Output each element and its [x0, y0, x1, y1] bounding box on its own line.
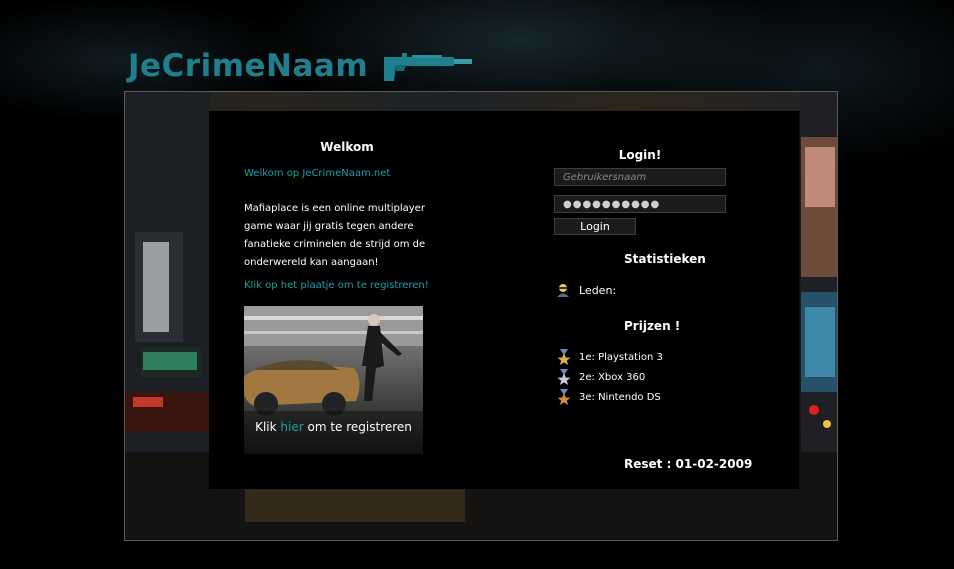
- prizes-title: Prijzen !: [624, 319, 681, 333]
- user-icon: [557, 284, 569, 297]
- panel-edge: [799, 111, 800, 489]
- members-row: Leden:: [556, 283, 616, 297]
- promo-caption: Klik hier om te registreren: [244, 420, 423, 434]
- password-input[interactable]: [554, 195, 726, 213]
- prize-label: 1e: Playstation 3: [579, 351, 663, 363]
- login-title: Login!: [618, 148, 662, 162]
- prize-item-3: 3e: Nintendo DS: [557, 389, 661, 405]
- medal-silver-icon: [557, 369, 571, 385]
- medal-gold-icon: [557, 349, 571, 365]
- prize-item-2: 2e: Xbox 360: [557, 369, 645, 385]
- pistol-icon: [384, 53, 473, 81]
- medal-bronze-icon: [557, 389, 571, 405]
- prize-label: 3e: Nintendo DS: [579, 391, 661, 403]
- members-label: Leden:: [579, 283, 617, 297]
- statistics-title: Statistieken: [624, 252, 706, 266]
- welcome-title: Welkom: [320, 140, 374, 154]
- promo-caption-before: Klik: [255, 420, 281, 434]
- welcome-greeting: Welkom op JeCrimeNaam.net: [244, 168, 391, 179]
- promo-caption-after: om te registreren: [303, 420, 412, 434]
- intro-text: Mafiaplace is een online multiplayer gam…: [244, 203, 426, 268]
- register-hint-link[interactable]: Klik op het plaatje om te registreren!: [244, 280, 429, 291]
- prize-label: 2e: Xbox 360: [579, 371, 646, 383]
- username-input[interactable]: [554, 168, 726, 186]
- promo-caption-link[interactable]: hier: [280, 420, 303, 434]
- logo-text: JeCrimeNaam: [128, 48, 369, 84]
- prize-item-1: 1e: Playstation 3: [557, 349, 663, 365]
- reset-date: Reset : 01-02-2009: [624, 457, 753, 471]
- login-button[interactable]: Login: [554, 218, 636, 235]
- welcome-column: Welkom: [244, 138, 444, 154]
- site-logo[interactable]: JeCrimeNaam: [128, 46, 478, 86]
- register-promo-image[interactable]: Klik hier om te registreren: [244, 306, 423, 454]
